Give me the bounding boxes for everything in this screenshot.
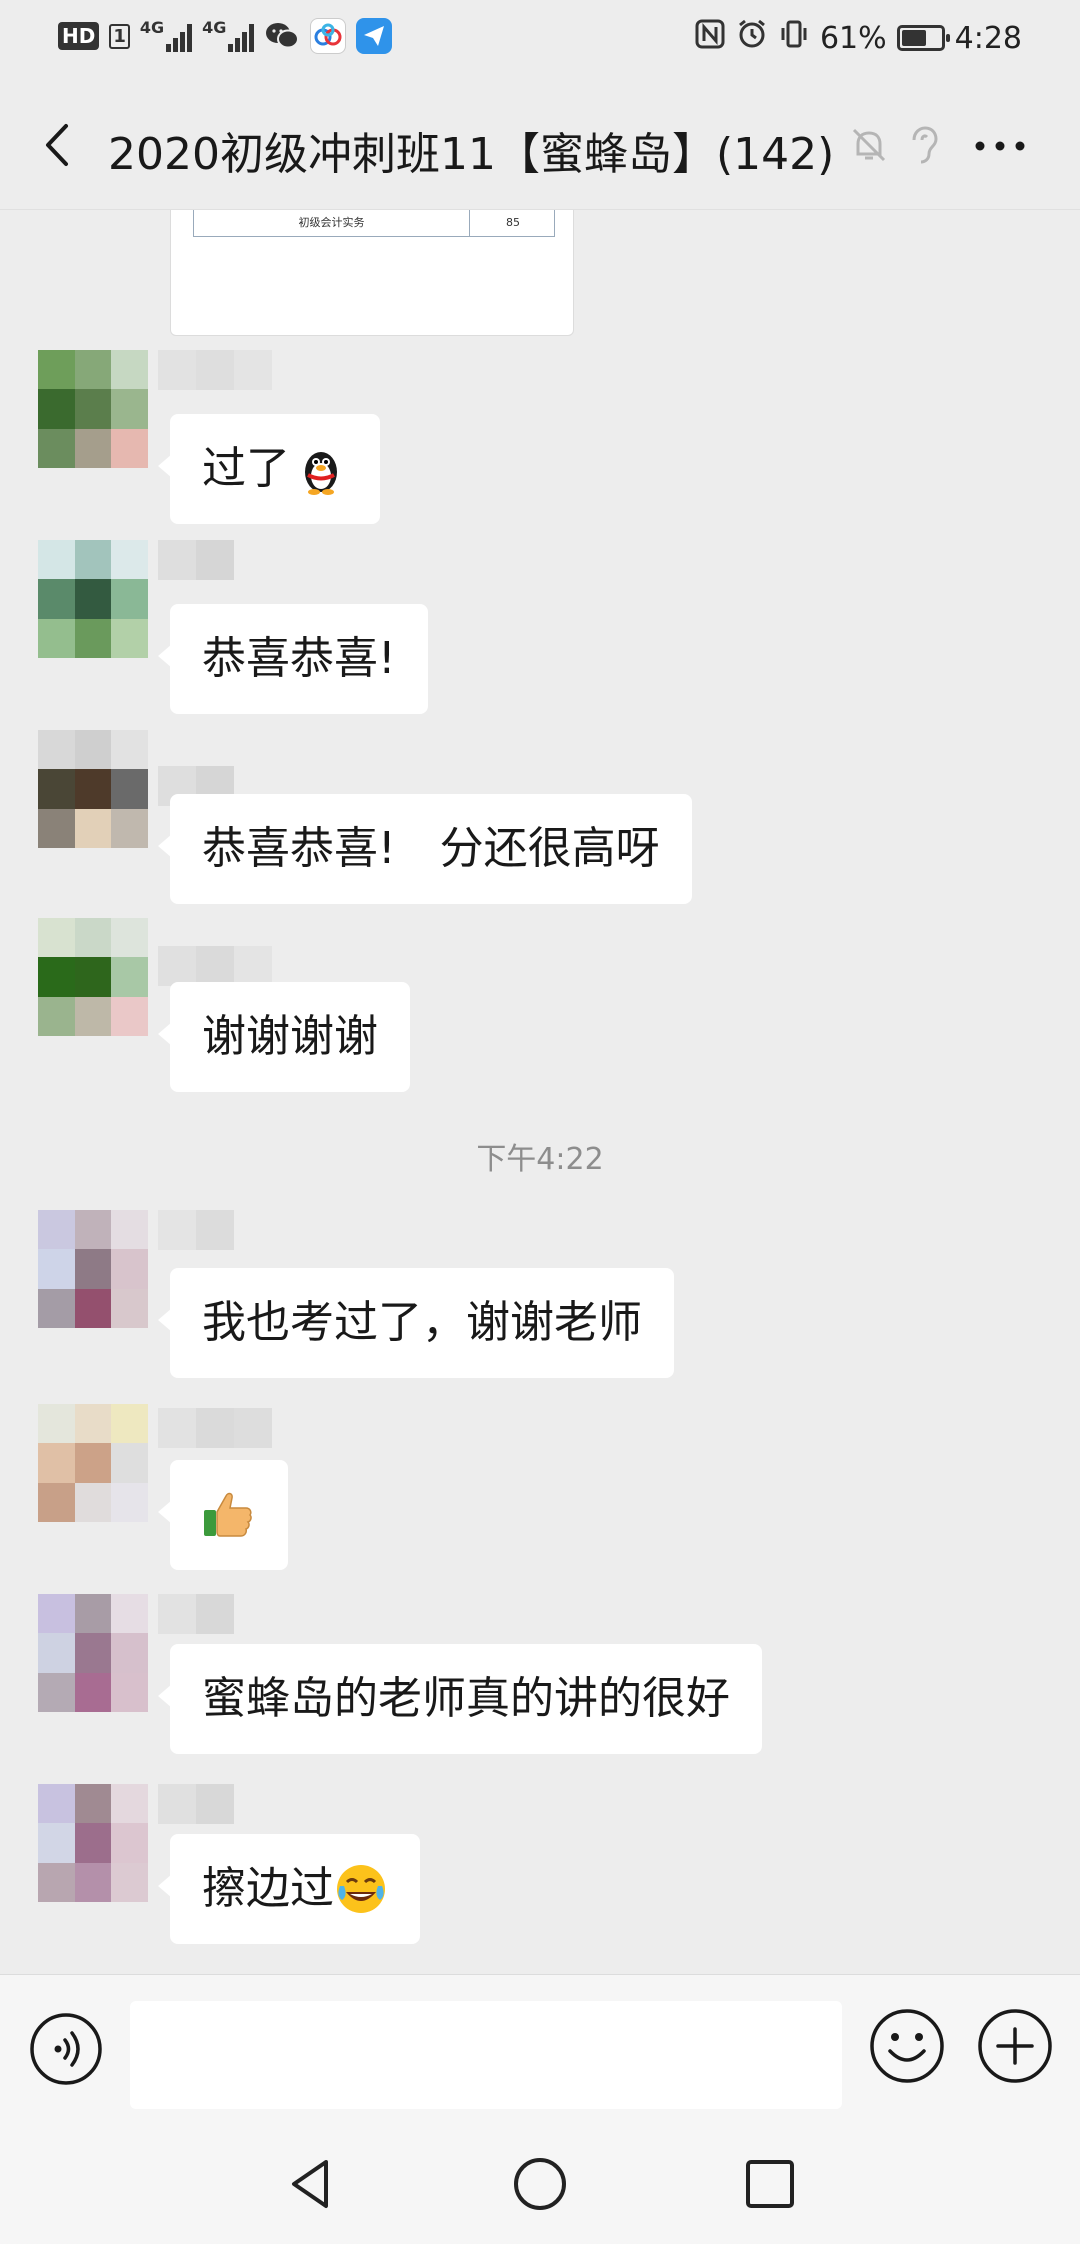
back-icon[interactable] — [34, 120, 84, 170]
message-text: 擦边过 — [202, 1863, 334, 1914]
message-text: 恭喜恭喜! 分还很高呀 — [202, 823, 660, 874]
sender-name — [158, 1210, 234, 1250]
avatar[interactable] — [38, 918, 148, 1036]
battery-percent: 61% — [819, 20, 887, 56]
more-icon[interactable] — [972, 136, 1028, 156]
sender-name — [158, 946, 272, 986]
avatar[interactable] — [38, 540, 148, 658]
status-bar: HD 1 4G 4G 61% 4:28 — [0, 0, 1080, 80]
signal-icon: 4G — [139, 18, 193, 52]
vibrate-icon — [778, 18, 810, 58]
status-bar-left: HD 1 4G 4G — [58, 18, 393, 54]
sender-name — [158, 350, 272, 390]
baidu-cloud-icon — [310, 18, 347, 54]
emoji-button[interactable] — [868, 2007, 946, 2085]
avatar[interactable] — [38, 350, 148, 468]
avatar[interactable] — [38, 730, 148, 848]
sender-name — [158, 540, 234, 580]
sender-name — [158, 1408, 272, 1448]
sender-name — [158, 1594, 234, 1634]
chat-header: 2020初级冲刺班11【蜜蜂岛】(142) — [0, 80, 1080, 210]
network-type-label: 4G — [139, 18, 165, 37]
message-input[interactable] — [130, 2001, 842, 2109]
chat-title: 2020初级冲刺班11【蜜蜂岛】(142) — [108, 129, 835, 180]
clock: 4:28 — [954, 20, 1022, 56]
message-text: 谢谢谢谢 — [202, 1011, 378, 1062]
message-text: 过了 — [202, 443, 290, 494]
alarm-icon — [736, 18, 768, 58]
wechat-icon — [264, 18, 300, 54]
message-bubble[interactable] — [158, 1460, 288, 1570]
avatar[interactable] — [38, 1210, 148, 1328]
earpiece-icon — [912, 126, 938, 164]
message-bubble[interactable]: 谢谢谢谢 — [158, 982, 410, 1092]
hd-badge: HD — [58, 22, 100, 50]
avatar[interactable] — [38, 1404, 148, 1522]
message-bubble[interactable]: 恭喜恭喜! — [158, 604, 428, 714]
avatar[interactable] — [38, 1594, 148, 1712]
paper-plane-app-icon — [356, 18, 393, 54]
hd-sim-badge: 1 — [109, 23, 130, 49]
nav-recent-apps-icon[interactable] — [740, 2154, 800, 2214]
image-table: 初级会计实务 85 — [193, 210, 555, 237]
avatar[interactable] — [38, 1784, 148, 1902]
image-table-value: 85 — [506, 216, 520, 229]
status-bar-right: 61% 4:28 — [694, 18, 1022, 58]
input-bar — [0, 1974, 1080, 2124]
battery-icon — [896, 25, 950, 51]
image-message[interactable]: 初级会计实务 85 — [170, 210, 574, 336]
mute-bell-icon — [852, 128, 886, 162]
message-bubble[interactable]: 擦边过 — [158, 1834, 420, 1944]
battery-level — [901, 30, 926, 46]
network-type-label-2: 4G — [202, 18, 227, 37]
chat-message-list[interactable]: 初级会计实务 85 过了 恭喜恭喜! 恭喜恭喜! 分还很高呀 谢谢谢谢 下午4:… — [0, 210, 1080, 1974]
message-text: 我也考过了，谢谢老师 — [202, 1297, 642, 1348]
signal-icon-2: 4G — [202, 18, 255, 52]
nav-back-icon[interactable] — [282, 2154, 342, 2214]
qq-penguin-emoji — [305, 452, 337, 495]
sender-name — [158, 1784, 234, 1824]
system-nav-bar — [0, 2124, 1080, 2244]
message-bubble[interactable]: 过了 — [158, 414, 380, 524]
tears-of-joy-emoji — [337, 1865, 385, 1913]
message-bubble[interactable]: 我也考过了，谢谢老师 — [158, 1268, 674, 1378]
message-bubble[interactable]: 蜜蜂岛的老师真的讲的很好 — [158, 1644, 762, 1754]
nfc-icon — [694, 18, 726, 58]
message-timestamp: 下午4:22 — [476, 1142, 604, 1177]
thumbs-up-emoji — [204, 1492, 252, 1537]
image-table-label: 初级会计实务 — [194, 210, 470, 237]
more-functions-button[interactable] — [976, 2007, 1054, 2085]
message-bubble[interactable]: 恭喜恭喜! 分还很高呀 — [158, 794, 692, 904]
voice-input-button[interactable] — [28, 2011, 104, 2087]
message-text: 蜜蜂岛的老师真的讲的很好 — [202, 1673, 730, 1724]
message-text: 恭喜恭喜! — [202, 633, 396, 684]
nav-home-icon[interactable] — [510, 2154, 570, 2214]
